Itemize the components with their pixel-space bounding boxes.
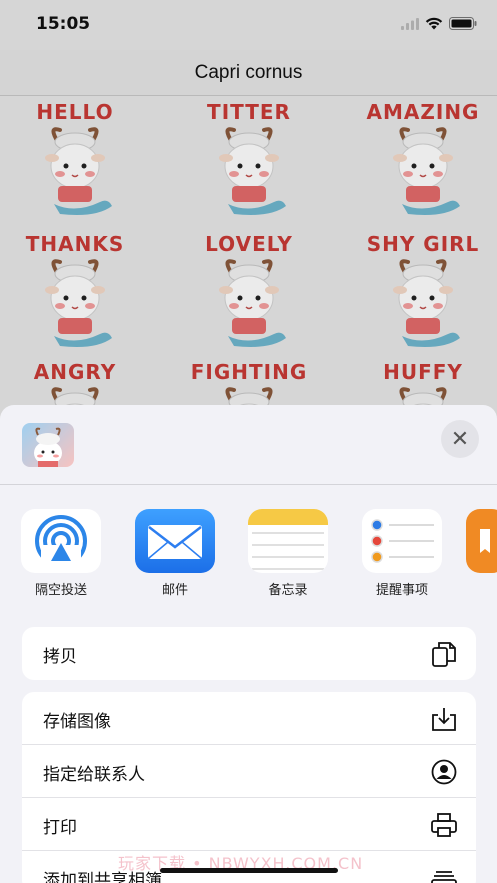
share-app-partial[interactable] — [466, 509, 497, 573]
action-group-copy: 拷贝 — [22, 627, 476, 680]
share-apps-row: 隔空投送 邮件 备忘录 提醒事项 — [0, 509, 497, 605]
save-image-icon — [430, 705, 458, 733]
share-app-reminders[interactable]: 提醒事项 — [354, 509, 450, 598]
action-label: 指定给联系人 — [43, 765, 145, 785]
share-sheet-header: ✕ — [0, 405, 497, 485]
action-copy[interactable]: 拷贝 — [22, 627, 476, 680]
books-icon — [466, 509, 497, 573]
share-app-mail[interactable]: 邮件 — [127, 509, 223, 598]
action-print[interactable]: 打印 — [22, 798, 476, 851]
app-label: 隔空投送 — [34, 583, 87, 598]
share-app-airdrop[interactable]: 隔空投送 — [13, 509, 109, 598]
mail-icon — [135, 509, 215, 573]
app-label: 邮件 — [161, 583, 188, 598]
image-thumbnail — [22, 423, 74, 467]
reminders-icon — [362, 509, 442, 573]
share-sheet: ✕ 隔空投送 邮件 备忘录 提醒事项 拷贝 存储图像 指定给联系人 打印 添加到… — [0, 405, 497, 883]
app-label: 提醒事项 — [375, 583, 428, 598]
copy-icon — [430, 640, 458, 668]
action-label: 存储图像 — [43, 712, 111, 732]
action-save-image[interactable]: 存储图像 — [22, 692, 476, 745]
close-icon: ✕ — [450, 426, 470, 452]
assign-contact-icon — [430, 758, 458, 786]
action-label: 打印 — [43, 818, 77, 838]
print-icon — [430, 811, 458, 839]
shared-album-icon — [430, 864, 458, 883]
airdrop-icon — [21, 509, 101, 573]
home-indicator[interactable] — [160, 868, 338, 873]
notes-icon — [248, 509, 328, 573]
share-app-notes[interactable]: 备忘录 — [240, 509, 336, 598]
action-assign-contact[interactable]: 指定给联系人 — [22, 745, 476, 798]
close-button[interactable]: ✕ — [441, 420, 479, 458]
action-label: 拷贝 — [43, 647, 77, 667]
app-label: 备忘录 — [268, 583, 308, 598]
